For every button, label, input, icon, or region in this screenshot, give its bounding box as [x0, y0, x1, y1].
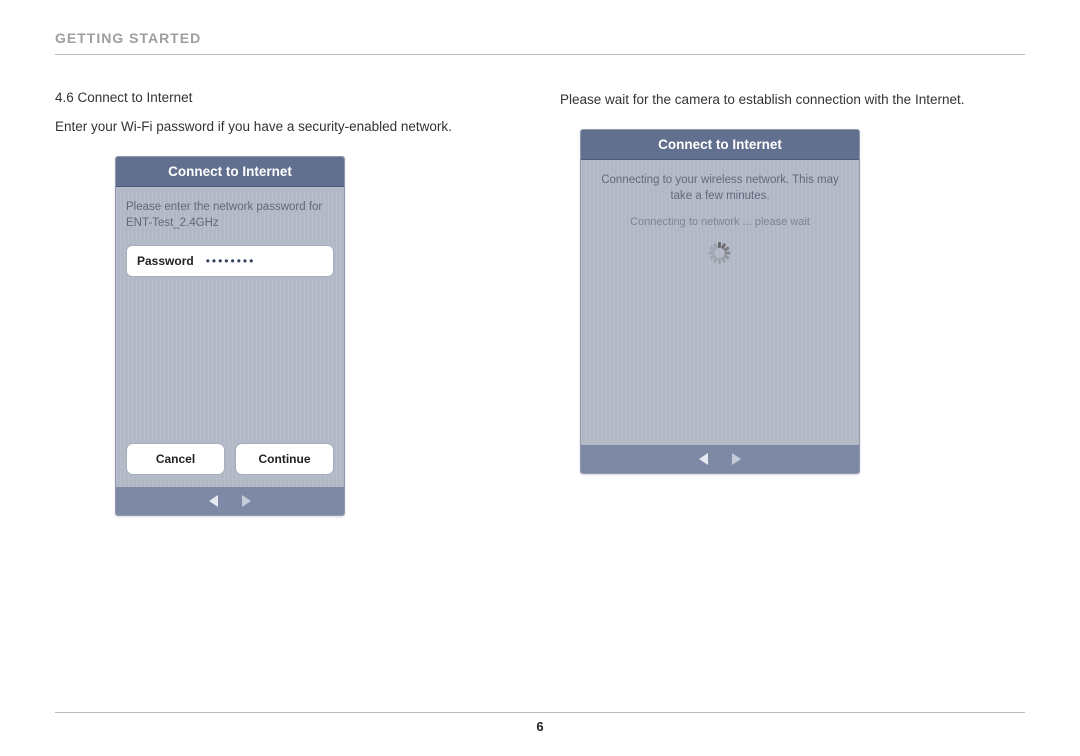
password-screen: Connect to Internet Please enter the net…: [115, 156, 345, 516]
section-title: GETTING STARTED: [55, 30, 1025, 55]
right-column: Please wait for the camera to establish …: [560, 90, 1025, 516]
button-row: Cancel Continue: [126, 443, 334, 475]
nav-next-icon[interactable]: [242, 495, 251, 507]
nav-bar: [116, 487, 344, 515]
right-paragraph: Please wait for the camera to establish …: [560, 90, 1025, 111]
screen-title: Connect to Internet: [116, 157, 344, 187]
password-field[interactable]: Password ••••••••: [126, 245, 334, 277]
content-columns: 4.6 Connect to Internet Enter your Wi-Fi…: [55, 90, 1025, 516]
screen-body: Please enter the network password for EN…: [116, 187, 344, 487]
continue-button[interactable]: Continue: [235, 443, 334, 475]
nav-bar: [581, 445, 859, 473]
left-paragraph: Enter your Wi-Fi password if you have a …: [55, 117, 520, 138]
subsection-heading: 4.6 Connect to Internet: [55, 90, 520, 105]
password-value: ••••••••: [206, 254, 256, 268]
connecting-message: Connecting to your wireless network. Thi…: [591, 172, 849, 204]
left-column: 4.6 Connect to Internet Enter your Wi-Fi…: [55, 90, 520, 516]
connecting-screen: Connect to Internet Connecting to your w…: [580, 129, 860, 474]
loading-spinner-icon: [709, 242, 731, 264]
screen-title: Connect to Internet: [581, 130, 859, 160]
nav-prev-icon[interactable]: [699, 453, 708, 465]
screen-body: Connecting to your wireless network. Thi…: [581, 160, 859, 445]
nav-next-icon[interactable]: [732, 453, 741, 465]
nav-prev-icon[interactable]: [209, 495, 218, 507]
page-number: 6: [55, 712, 1025, 734]
cancel-button[interactable]: Cancel: [126, 443, 225, 475]
screen-prompt: Please enter the network password for EN…: [126, 199, 334, 231]
status-message: Connecting to network ... please wait: [591, 216, 849, 228]
password-label: Password: [137, 254, 194, 268]
